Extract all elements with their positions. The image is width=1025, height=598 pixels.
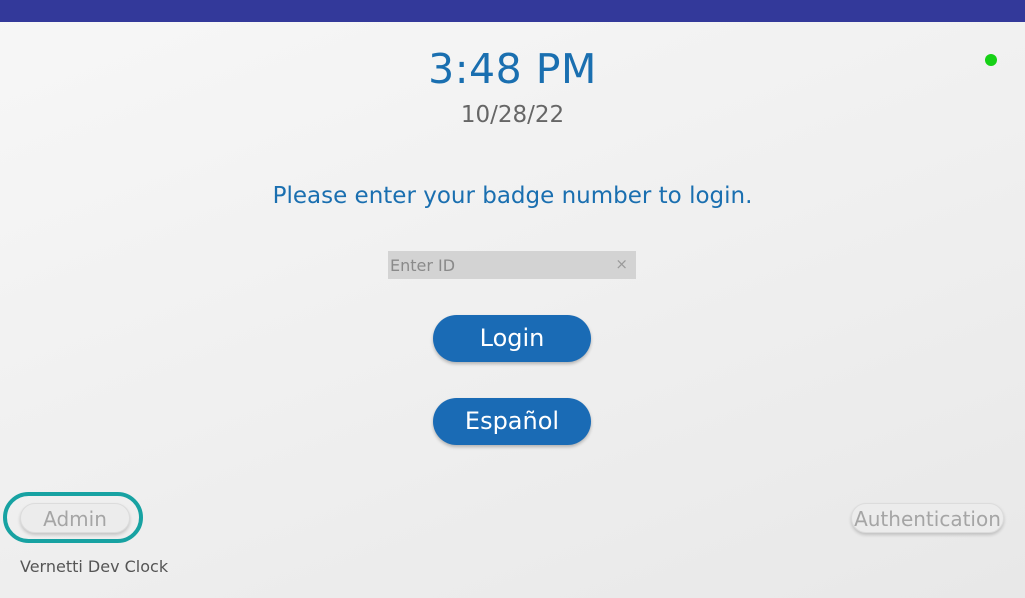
login-prompt: Please enter your badge number to login.: [272, 183, 753, 209]
espanol-button[interactable]: Español: [433, 398, 591, 445]
authentication-button[interactable]: Authentication: [851, 503, 1004, 533]
clock-date: 10/28/22: [460, 102, 565, 128]
admin-button[interactable]: Admin: [20, 503, 130, 533]
top-status-bar: [0, 0, 1025, 22]
device-name-label: Vernetti Dev Clock: [20, 557, 169, 576]
login-button[interactable]: Login: [433, 315, 591, 362]
badge-id-field: ×: [388, 251, 636, 279]
clear-icon[interactable]: ×: [615, 255, 628, 273]
badge-id-input[interactable]: [388, 251, 608, 279]
clock-time: 3:48 PM: [428, 45, 597, 93]
